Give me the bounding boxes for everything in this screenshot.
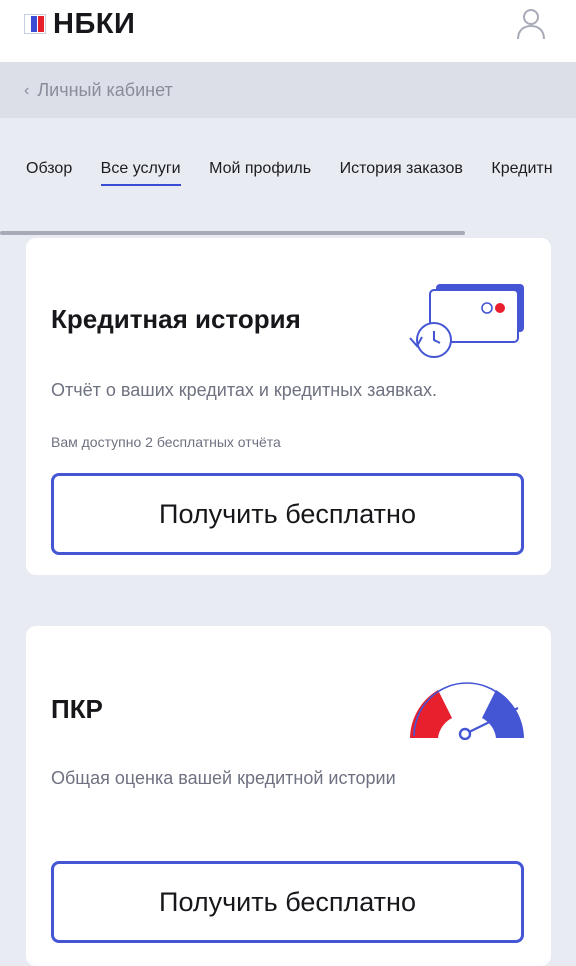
card-title: Кредитная история xyxy=(51,304,301,334)
tabs-scrollbar[interactable] xyxy=(0,231,465,235)
breadcrumb-label: Личный кабинет xyxy=(37,80,173,100)
tab-overview[interactable]: Обзор xyxy=(26,160,72,184)
gauge-icon xyxy=(408,678,526,745)
flag-logo-icon xyxy=(24,14,46,34)
get-free-button[interactable]: Получить бесплатно xyxy=(51,473,524,555)
user-icon[interactable] xyxy=(516,8,546,40)
chevron-left-icon: ‹ xyxy=(24,81,30,99)
credit-history-card: Кредитная история Отчёт о ваших кредитах… xyxy=(26,238,551,575)
card-description: Общая оценка вашей кредитной истории xyxy=(51,768,396,788)
card-description: Отчёт о ваших кредитах и кредитных заявк… xyxy=(51,380,437,400)
pkr-card: ПКР Общая оценка вашей кредитной истории… xyxy=(26,626,551,966)
get-free-button[interactable]: Получить бесплатно xyxy=(51,861,524,943)
logo-text: НБКИ xyxy=(53,7,136,40)
tab-order-history[interactable]: История заказов xyxy=(340,160,463,184)
logo[interactable]: НБКИ xyxy=(24,8,135,40)
top-bar: НБКИ xyxy=(0,0,576,62)
credit-card-history-icon xyxy=(406,280,531,367)
tab-all-services[interactable]: Все услуги xyxy=(100,160,181,186)
breadcrumb[interactable]: ‹ Личный кабинет xyxy=(24,80,173,101)
tab-credit[interactable]: Кредитн xyxy=(491,160,552,184)
tab-my-profile[interactable]: Мой профиль xyxy=(209,160,311,184)
free-reports-note: Вам доступно 2 бесплатных отчёта xyxy=(51,434,281,450)
breadcrumb-bar: ‹ Личный кабинет xyxy=(0,62,576,118)
card-title: ПКР xyxy=(51,694,103,724)
tabs-nav: Обзор Все услуги Мой профиль История зак… xyxy=(26,160,576,190)
